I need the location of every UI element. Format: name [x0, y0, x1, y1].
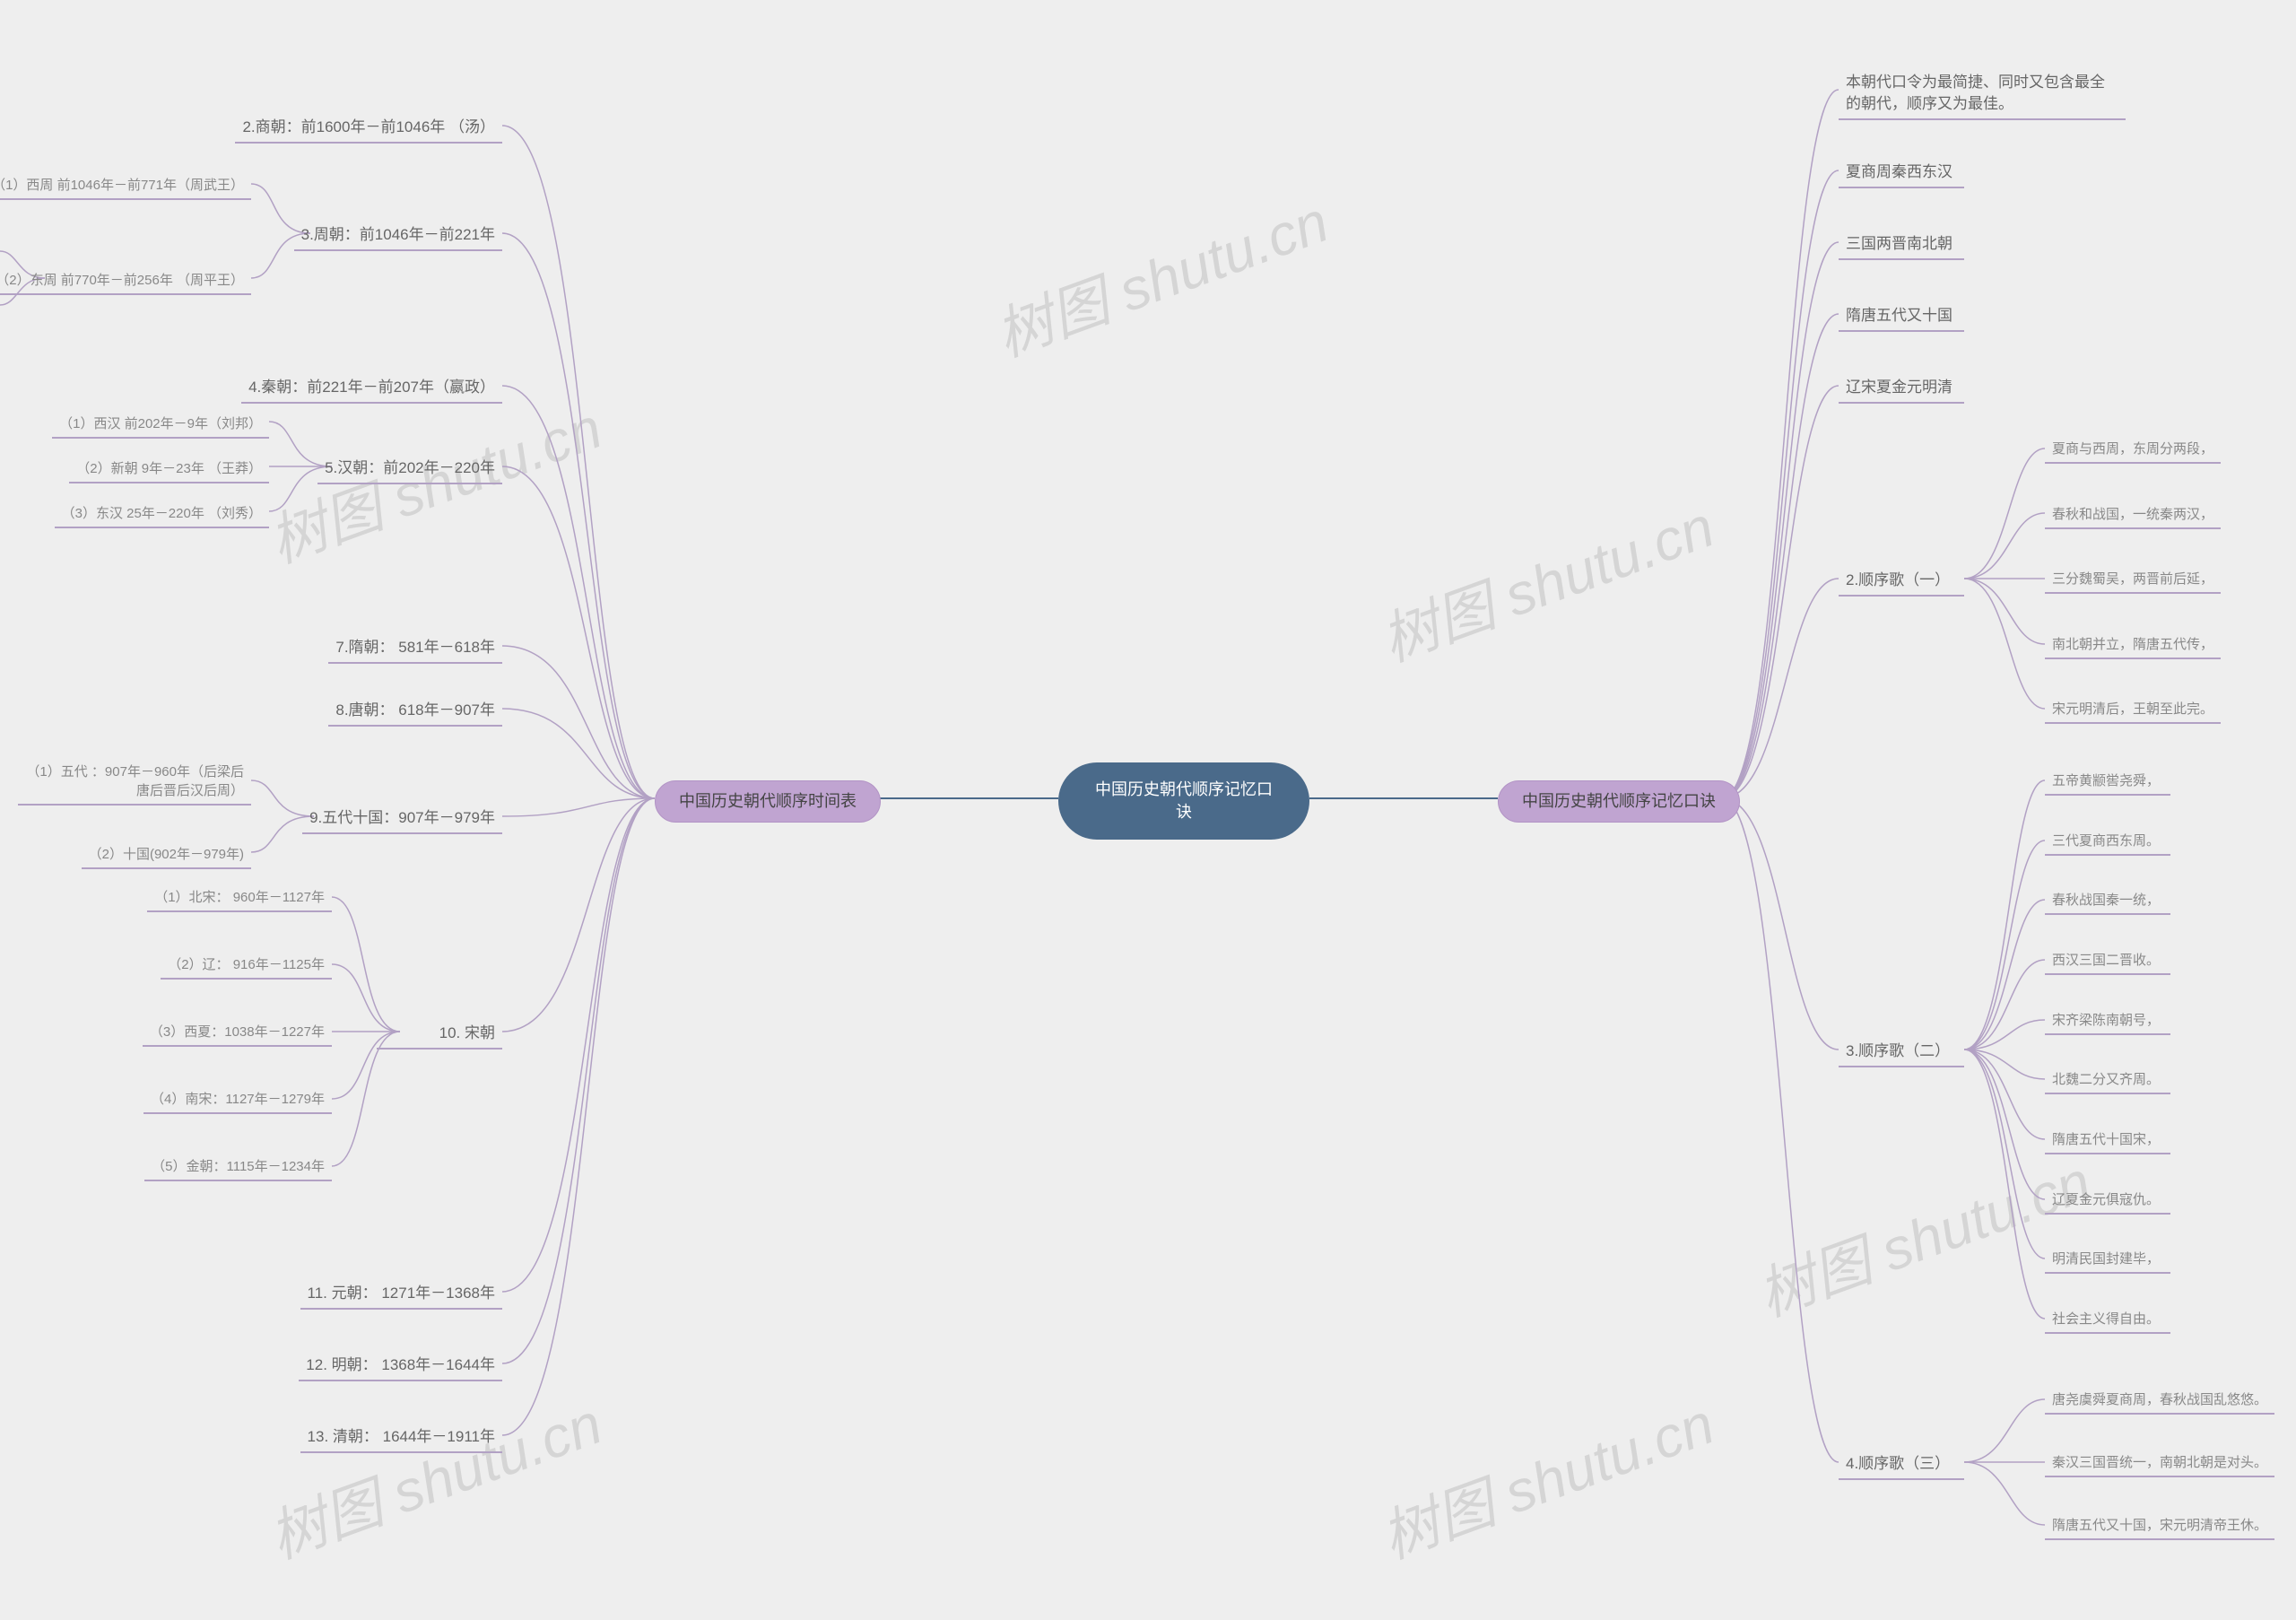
song3-a[interactable]: 唐尧虞舜夏商周，春秋战国乱悠悠。: [2045, 1387, 2274, 1415]
liao-node[interactable]: （2）辽： 916年－1125年: [161, 952, 332, 980]
qin-node[interactable]: 4.秦朝：前221年－前207年（嬴政）: [241, 373, 502, 404]
han-node[interactable]: 5.汉朝：前202年－220年: [317, 454, 502, 484]
song2-d[interactable]: 西汉三国二晋收。: [2045, 947, 2170, 975]
xixia-node[interactable]: （3）西夏：1038年－1227年: [143, 1019, 332, 1047]
song2-a[interactable]: 五帝黄颛喾尧舜，: [2045, 768, 2170, 796]
song-node[interactable]: 10. 宋朝: [377, 1019, 502, 1050]
song1-a[interactable]: 夏商与西周，东周分两段，: [2045, 436, 2221, 464]
jin-node[interactable]: （5）金朝：1115年－1234年: [144, 1154, 332, 1181]
root-node[interactable]: 中国历史朝代顺序记忆口诀: [1058, 762, 1309, 840]
song2-h[interactable]: 辽夏金元俱寇仇。: [2045, 1187, 2170, 1215]
wudai-node[interactable]: 9.五代十国：907年－979年: [302, 804, 502, 834]
ming-node[interactable]: 12. 明朝： 1368年－1644年: [299, 1351, 502, 1381]
intro-c[interactable]: 三国两晋南北朝: [1839, 230, 1964, 260]
wudai-wu-node[interactable]: （1）五代 ：907年－960年（后梁后唐后晋后汉后周）: [18, 759, 251, 806]
intro-b[interactable]: 夏商周秦西东汉: [1839, 158, 1964, 188]
zhou-node[interactable]: 3.周朝：前1046年－前221年: [294, 221, 502, 251]
dongzhou-node[interactable]: （2）东周 前770年－前256年 （周平王）: [0, 267, 251, 295]
tang-node[interactable]: 8.唐朝： 618年－907年: [328, 696, 502, 727]
sui-node[interactable]: 7.隋朝： 581年－618年: [328, 633, 502, 664]
right-branch[interactable]: 中国历史朝代顺序记忆口诀: [1498, 780, 1740, 823]
song2-c[interactable]: 春秋战国秦一统，: [2045, 887, 2170, 915]
yuan-node[interactable]: 11. 元朝： 1271年－1368年: [300, 1279, 502, 1310]
left-branch[interactable]: 中国历史朝代顺序时间表: [655, 780, 881, 823]
song3-c[interactable]: 隋唐五代又十国，宋元明清帝王休。: [2045, 1512, 2274, 1540]
beisong-node[interactable]: （1）北宋： 960年－1127年: [147, 884, 332, 912]
song2-node[interactable]: 3.顺序歌（二）: [1839, 1037, 1964, 1067]
song1-e[interactable]: 宋元明清后，王朝至此完。: [2045, 696, 2221, 724]
xizhou-node[interactable]: （1）西周 前1046年－前771年（周武王）: [0, 172, 251, 200]
song1-d[interactable]: 南北朝并立，隋唐五代传，: [2045, 631, 2221, 659]
song2-b[interactable]: 三代夏商西东周。: [2045, 828, 2170, 856]
root-label: 中国历史朝代顺序记忆口诀: [1091, 779, 1277, 823]
song1-node[interactable]: 2.顺序歌（一）: [1839, 566, 1964, 597]
song2-i[interactable]: 明清民国封建毕，: [2045, 1246, 2170, 1274]
donghan-node[interactable]: （3）东汉 25年－220年 （刘秀）: [55, 501, 269, 528]
right-branch-label: 中国历史朝代顺序记忆口诀: [1522, 790, 1716, 813]
intro-d[interactable]: 隋唐五代又十国: [1839, 301, 1964, 332]
song1-b[interactable]: 春秋和战国，一统秦两汉，: [2045, 501, 2221, 529]
wudai-shi-node[interactable]: （2）十国(902年－979年): [82, 841, 251, 869]
shang-node[interactable]: 2.商朝：前1600年－前1046年 （汤）: [235, 113, 502, 144]
song3-node[interactable]: 4.顺序歌（三）: [1839, 1450, 1964, 1480]
left-branch-label: 中国历史朝代顺序时间表: [679, 790, 857, 813]
intro-e[interactable]: 辽宋夏金元明清: [1839, 373, 1964, 404]
song3-b[interactable]: 秦汉三国晋统一，南朝北朝是对头。: [2045, 1450, 2274, 1477]
song2-j[interactable]: 社会主义得自由。: [2045, 1306, 2170, 1334]
xinchao-node[interactable]: （2）新朝 9年－23年 （王莽）: [69, 456, 269, 483]
qing-node[interactable]: 13. 清朝： 1644年－1911年: [300, 1423, 502, 1453]
song2-g[interactable]: 隋唐五代十国宋，: [2045, 1127, 2170, 1154]
intro-a[interactable]: 本朝代口令为最简捷、同时又包含最全的朝代，顺序又为最佳。: [1839, 68, 2126, 120]
xihan-node[interactable]: （1）西汉 前202年－9年（刘邦）: [52, 411, 269, 439]
nansong-node[interactable]: （4）南宋：1127年－1279年: [144, 1086, 332, 1114]
song1-c[interactable]: 三分魏蜀吴，两晋前后延，: [2045, 566, 2221, 594]
song2-f[interactable]: 北魏二分又齐周。: [2045, 1067, 2170, 1094]
song2-e[interactable]: 宋齐梁陈南朝号，: [2045, 1007, 2170, 1035]
